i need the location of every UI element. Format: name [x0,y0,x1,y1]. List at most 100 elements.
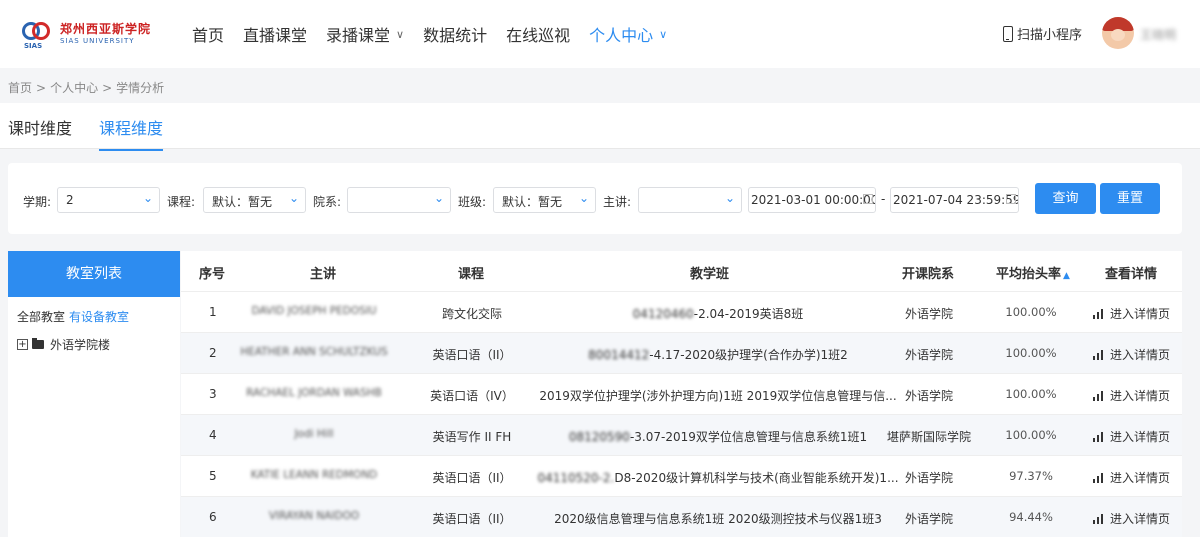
header-course: 课程 [458,267,485,282]
tab-course-dimension[interactable]: 课程维度 [99,115,164,151]
query-button[interactable]: 查询 [1035,183,1096,214]
scan-mini-program-link[interactable]: 扫描小程序 [1003,24,1082,43]
breadcrumb-separator: > [102,81,113,95]
detail-link[interactable]: 进入详情页 [1093,428,1170,445]
term-label: 学期: [23,195,52,209]
main-nav: 首页 直播课堂 录播课堂 ∨ 数据统计 在线巡视 个人中心 ∨ [192,0,686,68]
chevron-down-icon: ⌄ [724,191,735,205]
date-separator: - [881,192,886,206]
detail-link[interactable]: 进入详情页 [1093,305,1170,322]
chevron-down-icon: ⌄ [142,191,153,205]
chevron-down-icon: ⌄ [433,191,444,205]
table-row: 5 KATIE LEANN REDMOND 英语口语（II） 04110520-2.D… [181,455,1182,496]
header-index: 序号 [199,267,226,282]
cell-course: 英语口语（IV） [430,389,514,403]
cell-class: 04120460-2.04-2019英语8班 [632,307,804,321]
cell-class: 80014412-4.17-2020级护理学(合作办学)1班2 [588,348,848,362]
breadcrumb-item[interactable]: 首页 [8,81,32,95]
cell-department: 外语学院 [904,307,953,321]
cell-rate: 100.00% [1005,305,1057,319]
avatar[interactable] [1102,17,1134,49]
trend-chart-icon [1093,349,1106,360]
cell-class: 04110520-2.D8-2020级计算机科学与技术(商业智能系统开发)1..… [537,471,899,485]
calendar-icon [863,194,873,204]
filter-bar: 学期: 2 ⌄ 课程: 默认：暂无 ⌄ 院系: ⌄ 班级: 默认：暂无 ⌄ 主讲: ⌄… [8,163,1182,234]
chevron-down-icon: ∨ [659,27,668,41]
mini-program-label: 扫描小程序 [1017,28,1083,43]
user-name[interactable]: 王晓明 [1140,26,1176,43]
lecturer-select[interactable]: ⌄ [638,187,742,213]
cell-rate: 100.00% [1005,428,1057,442]
cell-rate: 100.00% [1005,387,1057,401]
class-label: 班级: [458,195,487,209]
trend-chart-icon [1093,513,1106,524]
top-navigation: SIAS 郑州西亚斯学院 SIAS UNIVERSITY 首页 直播课堂 录播课堂 ∨… [0,0,1200,68]
nav-item-5[interactable]: 个人中心 ∨ [589,22,667,46]
logo-en-text: SIAS UNIVERSITY [60,37,135,45]
department-select[interactable]: ⌄ [347,187,451,213]
detail-link[interactable]: 进入详情页 [1093,510,1170,527]
table-row: 3 RACHAEL JORDAN WASHB 英语口语（IV） 2019双学位护理学(… [181,373,1182,414]
tab-bar: 课时维度 课程维度 [0,103,1200,151]
breadcrumb-item[interactable]: 学情分析 [116,81,164,95]
cell-course: 跨文化交际 [441,307,502,321]
nav-item-4[interactable]: 在线巡视 [506,22,570,46]
classroom-sidebar: 教室列表 全部教室 有设备教室 + 外语学院楼 [8,251,180,537]
lecturer-label: 主讲: [603,195,632,209]
header-class: 教学班 [690,267,730,282]
cell-class: 08120590-3.07-2019双学位信息管理与信息系统1班1 [568,430,868,444]
table-row: 6 VIRAYAN NAIDOO 英语口语（II） 2020级信息管理与信息系统1班 … [181,496,1182,537]
chevron-down-icon: ⌄ [288,191,299,205]
course-table: 序号 主讲 课程 教学班 开课院系 平均抬头率 ▲ 查看详情 1 DAVID JOS… [181,251,1182,537]
header-department: 开课院系 [902,267,955,282]
cell-class: 2019双学位护理学(涉外护理方向)1班 2019双学位信息管理与信... [539,389,897,403]
trend-chart-icon [1093,390,1106,401]
detail-link[interactable]: 进入详情页 [1093,387,1170,404]
department-label: 院系: [313,195,342,209]
cell-department: 外语学院 [904,389,953,403]
header-detail: 查看详情 [1105,267,1158,282]
cell-rate: 94.44% [1009,510,1053,524]
start-date-input[interactable]: 2021-03-01 00:00:00 [748,187,876,213]
school-logo[interactable]: SIAS 郑州西亚斯学院 SIAS UNIVERSITY [18,13,170,55]
table-row: 1 DAVID JOSEPH PEDOSIU 跨文化交际 04120460-2.04-… [181,291,1182,332]
sidebar-title: 教室列表 [8,251,180,297]
all-rooms-link[interactable]: 全部教室 [17,310,65,324]
breadcrumb: 首页 > 个人中心 > 学情分析 [8,79,168,96]
tree-node-building[interactable]: + 外语学院楼 [17,336,110,353]
logo-cn-text: 郑州西亚斯学院 [60,22,152,36]
term-select[interactable]: 2 ⌄ [57,187,160,213]
end-date-input[interactable]: 2021-07-04 23:59:59 [890,187,1019,213]
cell-department: 外语学院 [904,512,953,526]
table-row: 4 Jodi Hill 英语写作 II FH 08120590-3.07-2019双学… [181,414,1182,455]
course-select[interactable]: 默认：暂无 ⌄ [203,187,306,213]
nav-item-0[interactable]: 首页 [192,22,224,46]
equipped-rooms-link[interactable]: 有设备教室 [69,310,129,324]
cell-rate: 100.00% [1005,346,1057,360]
cell-course: 英语写作 II FH [432,430,512,444]
nav-item-1[interactable]: 直播课堂 [243,22,307,46]
cell-department: 外语学院 [904,471,953,485]
cell-rate: 97.37% [1009,469,1053,483]
cell-department: 外语学院 [904,348,953,362]
trend-chart-icon [1093,431,1106,442]
chevron-down-icon: ∨ [396,27,405,41]
detail-link[interactable]: 进入详情页 [1093,469,1170,486]
breadcrumb-item[interactable]: 个人中心 [50,81,98,95]
sort-icon: ▲ [1063,271,1070,281]
nav-item-2[interactable]: 录播课堂 ∨ [326,22,404,46]
nav-item-3[interactable]: 数据统计 [423,22,487,46]
cell-course: 英语口语（II） [432,512,512,526]
calendar-icon [1006,194,1016,204]
expand-icon[interactable]: + [17,339,28,350]
cell-course: 英语口语（II） [432,348,512,362]
course-label: 课程: [167,195,196,209]
reset-button[interactable]: 重置 [1100,183,1160,214]
chevron-down-icon: ⌄ [578,191,589,205]
detail-link[interactable]: 进入详情页 [1093,346,1170,363]
tab-lesson-dimension[interactable]: 课时维度 [8,115,72,149]
cell-course: 英语口语（II） [432,471,512,485]
header-rate[interactable]: 平均抬头率 ▲ [996,263,1070,282]
folder-icon [32,338,44,349]
class-select[interactable]: 默认：暂无 ⌄ [493,187,596,213]
